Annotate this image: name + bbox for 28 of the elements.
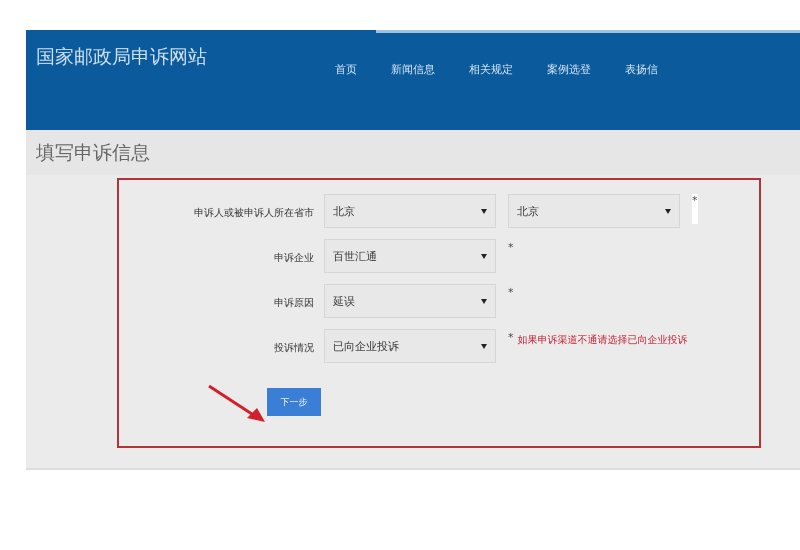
required-mark: * <box>508 285 514 299</box>
nav-link[interactable]: 案例选登 <box>547 62 591 77</box>
dropdown[interactable]: 北京 <box>508 194 680 228</box>
nav-link[interactable]: 相关规定 <box>469 62 513 77</box>
caret-icon <box>665 208 671 214</box>
dropdown[interactable]: 延误 <box>324 284 496 318</box>
caret-icon <box>481 254 487 258</box>
dropdown[interactable]: 百世汇通 <box>324 239 496 273</box>
required-mark: * <box>508 240 514 254</box>
page-title: 填写申诉信息 <box>36 140 150 166</box>
field-label: 申诉人或被申诉人所在省市 <box>193 206 315 220</box>
site-title: 国家邮政局申诉网站 <box>36 45 207 70</box>
field-label: 申诉企业 <box>273 252 315 265</box>
caret-icon <box>481 344 487 348</box>
dropdown[interactable]: 北京 <box>324 194 496 228</box>
hint-text: 如果申诉渠道不通请选择已向企业投诉 <box>518 334 688 347</box>
dropdown[interactable]: 已向企业投诉 <box>324 329 496 363</box>
field-label: 申诉原因 <box>273 296 315 310</box>
arrow-icon <box>207 384 267 424</box>
caret-icon <box>481 208 487 214</box>
caret-icon <box>481 298 487 304</box>
next-button[interactable]: 下一步 <box>267 388 321 416</box>
nav-link[interactable]: 表扬信 <box>625 62 658 77</box>
required-mark: * <box>508 330 514 344</box>
field-label: 投诉情况 <box>273 342 315 355</box>
nav-link[interactable]: 首页 <box>335 62 357 77</box>
nav-link[interactable]: 新闻信息 <box>391 62 435 77</box>
required-mark: * <box>692 194 698 224</box>
